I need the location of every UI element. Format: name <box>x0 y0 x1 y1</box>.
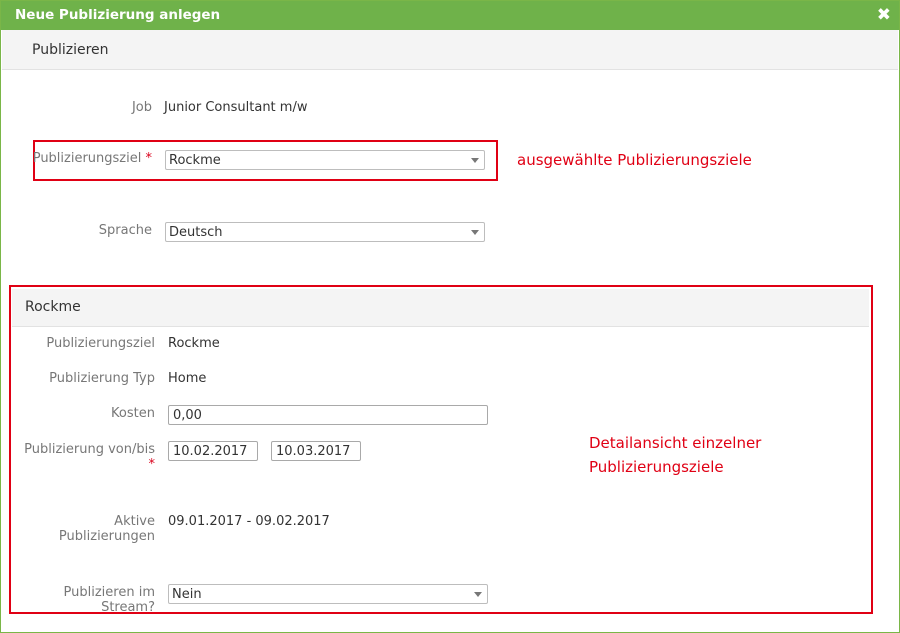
language-label: Sprache <box>98 223 152 238</box>
period-label-text: Publizierung von/bis <box>24 442 155 457</box>
job-value: Junior Consultant m/w <box>164 100 308 115</box>
dialog-titlebar: Neue Publizierung anlegen ✖ <box>1 1 899 30</box>
active-value: 09.01.2017 - 09.02.2017 <box>168 514 330 529</box>
close-icon[interactable]: ✖ <box>877 5 891 25</box>
dialog-title: Neue Publizierung anlegen <box>15 7 221 23</box>
job-label: Job <box>131 100 152 115</box>
annotation-selected-targets: ausgewählte Publizierungsziele <box>517 151 752 169</box>
target-select-value: Rockme <box>169 153 221 168</box>
stream-select[interactable]: Nein <box>168 584 488 604</box>
section-title: Publizieren <box>32 42 109 58</box>
cost-label: Kosten <box>111 406 155 421</box>
language-select[interactable]: Deutsch <box>165 222 485 242</box>
chevron-down-icon <box>471 230 479 235</box>
annotation-detail-line2: Publizierungsziele <box>589 458 724 476</box>
detail-header: Rockme <box>12 289 869 327</box>
dialog: Neue Publizierung anlegen ✖ Publizieren … <box>0 0 900 633</box>
target-label: Publizierungsziel * <box>21 151 152 166</box>
required-mark: * <box>145 151 153 166</box>
detail-target-label: Publizierungsziel <box>46 336 155 351</box>
annotation-detail-line1: Detailansicht einzelner <box>589 434 762 452</box>
active-label: Aktive Publizierungen <box>58 514 155 544</box>
language-select-value: Deutsch <box>169 225 223 240</box>
period-label: Publizierung von/bis * <box>15 442 155 472</box>
chevron-down-icon <box>471 158 479 163</box>
detail-type-value: Home <box>168 371 207 386</box>
detail-title: Rockme <box>25 299 81 315</box>
detail-target-value: Rockme <box>168 336 220 351</box>
cost-input[interactable]: 0,00 <box>168 405 488 425</box>
annotation-detail: Detailansicht einzelner Publizierungszie… <box>589 431 761 479</box>
target-select[interactable]: Rockme <box>165 150 485 170</box>
stream-select-value: Nein <box>172 587 202 602</box>
date-from-input[interactable]: 10.02.2017 <box>168 441 258 461</box>
required-mark: * <box>148 457 156 472</box>
section-header: Publizieren <box>2 30 898 70</box>
date-to-input[interactable]: 10.03.2017 <box>271 441 361 461</box>
stream-label: Publizieren im Stream? <box>63 585 155 615</box>
chevron-down-icon <box>474 592 482 597</box>
target-label-text: Publizierungsziel <box>32 151 142 166</box>
detail-type-label: Publizierung Typ <box>49 371 155 386</box>
